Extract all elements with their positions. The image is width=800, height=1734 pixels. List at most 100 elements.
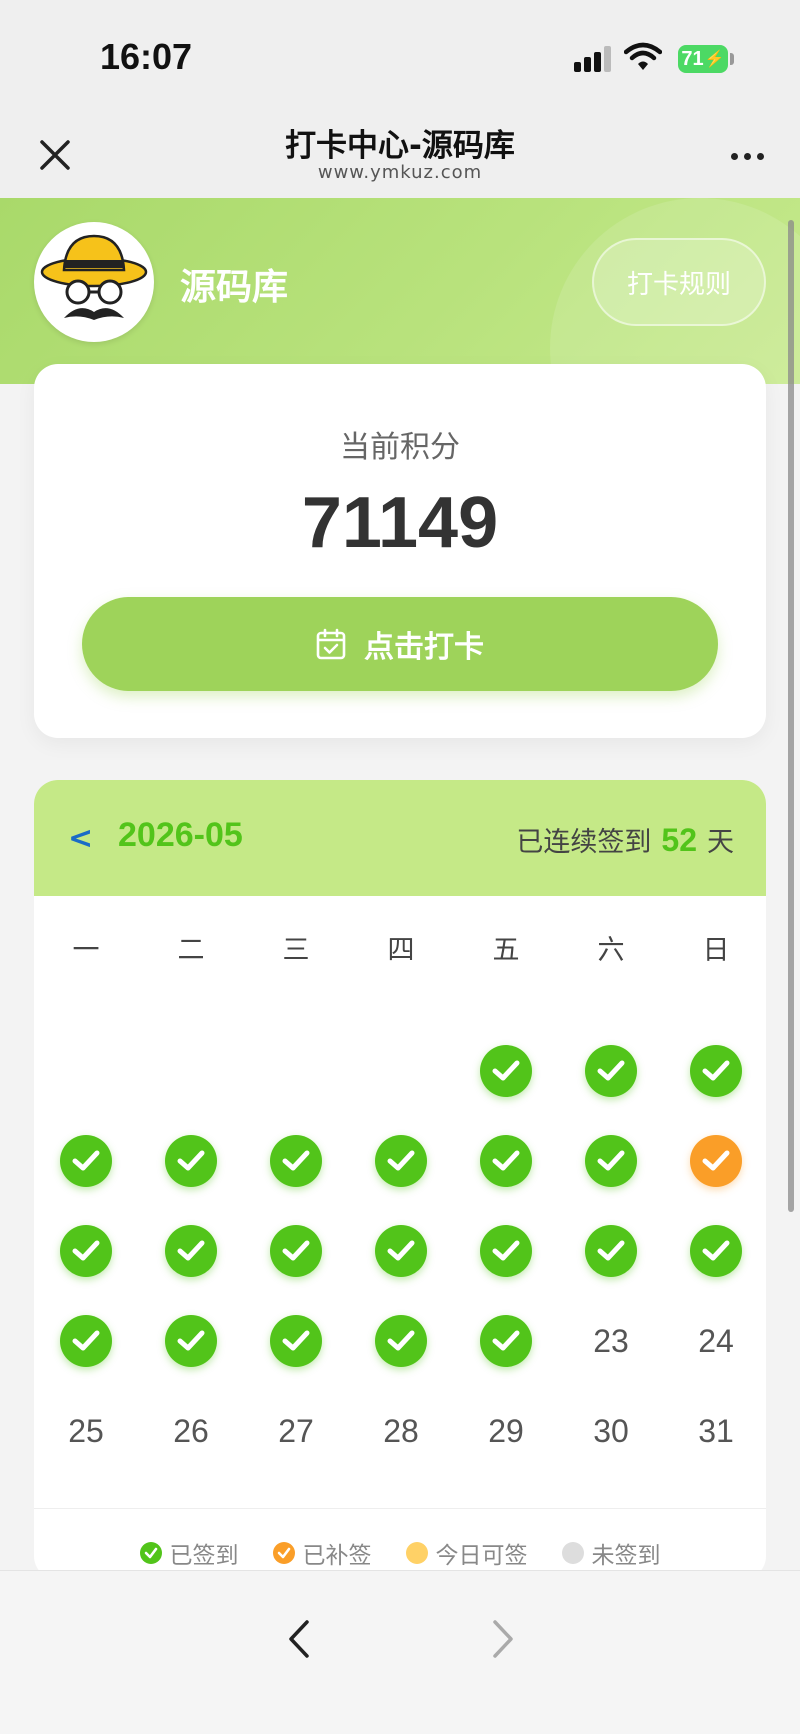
- calendar-day[interactable]: [266, 1131, 326, 1191]
- calendar-day[interactable]: [161, 1221, 221, 1281]
- weekday-row: 一二三四五六日: [34, 928, 766, 978]
- legend-item: 未签到: [561, 1536, 661, 1570]
- divider: [34, 1508, 766, 1509]
- points-label: 当前积分: [340, 430, 460, 465]
- calendar-day[interactable]: [686, 1221, 746, 1281]
- calendar-day[interactable]: [686, 1041, 746, 1101]
- calendar-day[interactable]: 24: [686, 1311, 746, 1371]
- back-button[interactable]: [274, 1611, 324, 1667]
- calendar-day[interactable]: 25: [56, 1401, 116, 1461]
- bottom-toolbar: [0, 1570, 800, 1734]
- calendar-day[interactable]: 23: [581, 1311, 641, 1371]
- legend-check-icon: [139, 1542, 162, 1564]
- signed-check-icon: [480, 1315, 532, 1367]
- signed-check-icon: [585, 1045, 637, 1097]
- day-number: 26: [173, 1412, 209, 1449]
- calendar-day[interactable]: [686, 1131, 746, 1191]
- calendar-legend: 已签到 已补签 今日可签 未签到: [34, 1536, 766, 1570]
- calendar-day[interactable]: 28: [371, 1401, 431, 1461]
- calendar-day[interactable]: [476, 1131, 536, 1191]
- day-number: 28: [383, 1412, 419, 1449]
- signed-check-icon: [375, 1315, 427, 1367]
- calendar-day[interactable]: [581, 1131, 641, 1191]
- more-dot-icon: [743, 152, 751, 160]
- signed-check-icon: [480, 1225, 532, 1277]
- prev-month-button[interactable]: <: [68, 816, 98, 860]
- legend-dot-icon: [405, 1542, 428, 1564]
- signed-check-icon: [585, 1225, 637, 1277]
- streak-summary: 已连续签到 52 天: [516, 820, 734, 859]
- weekday-label: 二: [177, 935, 205, 966]
- more-dot-icon: [730, 152, 738, 160]
- day-number: 30: [593, 1412, 629, 1449]
- calendar-day[interactable]: [161, 1131, 221, 1191]
- battery-icon: 71 ⚡: [678, 45, 728, 73]
- legend-dot-icon: [561, 1542, 584, 1564]
- calendar-day[interactable]: 31: [686, 1401, 746, 1461]
- signed-check-icon: [690, 1045, 742, 1097]
- current-month: 2026-05: [118, 816, 243, 854]
- status-bar: 16:07 71 ⚡: [0, 0, 800, 110]
- signed-check-icon: [165, 1225, 217, 1277]
- makeup-check-icon: [690, 1135, 742, 1187]
- calendar-day[interactable]: [56, 1221, 116, 1281]
- signed-check-icon: [60, 1315, 112, 1367]
- calendar-day[interactable]: [266, 1221, 326, 1281]
- calendar-day[interactable]: [56, 1311, 116, 1371]
- calendar-day[interactable]: [266, 1311, 326, 1371]
- avatar-image: [40, 234, 148, 320]
- charging-icon: ⚡: [704, 51, 725, 68]
- signed-check-icon: [165, 1135, 217, 1187]
- signed-check-icon: [690, 1225, 742, 1277]
- legend-item: 已补签: [272, 1536, 372, 1570]
- signed-check-icon: [375, 1135, 427, 1187]
- legend-label: 未签到: [591, 1543, 661, 1569]
- calendar-day[interactable]: [161, 1311, 221, 1371]
- streak-suffix: 天: [707, 827, 734, 858]
- calendar-day[interactable]: [56, 1131, 116, 1191]
- calendar-day[interactable]: [581, 1041, 641, 1101]
- weekday-label: 一: [72, 935, 100, 966]
- status-time: 16:07: [100, 36, 193, 77]
- calendar-day[interactable]: 26: [161, 1401, 221, 1461]
- weekday-label: 四: [387, 935, 415, 966]
- legend-check-icon: [272, 1542, 295, 1564]
- checkin-button[interactable]: 点击打卡: [82, 597, 718, 691]
- weekday-label: 日: [702, 935, 730, 966]
- chevron-right-icon: [493, 1620, 513, 1658]
- calendar-day[interactable]: 30: [581, 1401, 641, 1461]
- calendar-day[interactable]: [371, 1311, 431, 1371]
- points-card: 当前积分 71149 点击打卡: [34, 364, 766, 738]
- calendar-day[interactable]: 27: [266, 1401, 326, 1461]
- signed-check-icon: [60, 1135, 112, 1187]
- calendar-day[interactable]: 29: [476, 1401, 536, 1461]
- calendar-day[interactable]: [476, 1221, 536, 1281]
- calendar-day[interactable]: [476, 1041, 536, 1101]
- signal-icon: [574, 46, 614, 72]
- avatar[interactable]: [34, 222, 154, 342]
- user-name: 源码库: [180, 267, 289, 308]
- signed-check-icon: [60, 1225, 112, 1277]
- streak-days: 52: [661, 822, 697, 858]
- checkin-button-label: 点击打卡: [364, 630, 484, 665]
- weekday-label: 五: [492, 935, 520, 966]
- more-button[interactable]: [722, 136, 772, 176]
- chevron-left-icon: [289, 1620, 309, 1658]
- signed-check-icon: [165, 1315, 217, 1367]
- more-dot-icon: [756, 152, 764, 160]
- scrollbar[interactable]: [788, 220, 794, 1212]
- legend-label: 已签到: [169, 1543, 239, 1569]
- rules-button[interactable]: 打卡规则: [592, 238, 766, 326]
- calendar-day[interactable]: [476, 1311, 536, 1371]
- page-title: 打卡中心-源码库: [285, 128, 515, 164]
- day-number: 27: [278, 1412, 314, 1449]
- calendar-day[interactable]: [371, 1221, 431, 1281]
- weekday-label: 六: [597, 935, 625, 966]
- calendar-day[interactable]: [371, 1131, 431, 1191]
- calendar-header: < 2026-05 已连续签到 52 天: [34, 780, 766, 896]
- battery-cap: [730, 53, 734, 65]
- forward-button[interactable]: [478, 1611, 528, 1667]
- points-value: 71149: [301, 483, 499, 563]
- calendar-day[interactable]: [581, 1221, 641, 1281]
- calendar-card: < 2026-05 已连续签到 52 天 一 二 三 四 五 六 日 23 24 25 26 27 2…: [34, 780, 766, 1580]
